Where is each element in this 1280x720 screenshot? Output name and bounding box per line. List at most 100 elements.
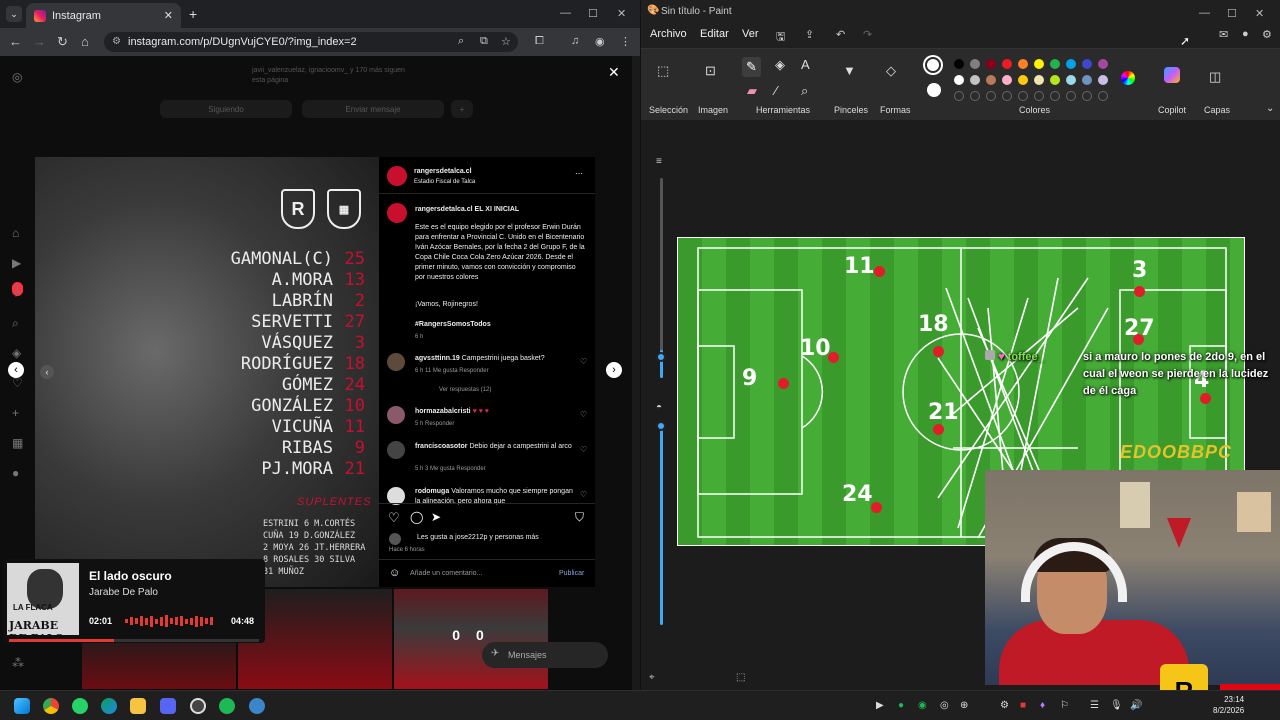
color-picker-icon[interactable]: ⁄	[775, 83, 777, 98]
following-button[interactable]: Siguiendo	[160, 100, 292, 118]
feedback-icon[interactable]: ✉	[1219, 28, 1228, 41]
magnifier-icon[interactable]: ⌕	[801, 83, 808, 99]
also-from-meta-icon[interactable]: ⁂	[12, 656, 24, 670]
tray-icon[interactable]: ◉	[918, 700, 927, 711]
comment-avatar[interactable]	[387, 406, 405, 424]
comment-avatar[interactable]	[387, 441, 405, 459]
whatsapp-icon[interactable]	[72, 698, 88, 714]
comment-user[interactable]: rodomuga	[415, 488, 449, 495]
caption-user[interactable]: rangersdetalca.cl	[415, 206, 473, 213]
tray-icon[interactable]: ■	[1020, 700, 1026, 711]
explore-nav-icon[interactable]: ◈	[12, 346, 21, 360]
size-slider-thumb[interactable]	[656, 352, 666, 362]
color-swatch[interactable]	[1098, 91, 1108, 101]
color-swatch[interactable]	[1066, 59, 1076, 69]
size-slider-track[interactable]	[660, 178, 663, 378]
tab-search-icon[interactable]: ⌄	[6, 6, 22, 22]
tray-icon[interactable]: ◎	[940, 700, 949, 711]
profile-nav-icon[interactable]: ●	[12, 466, 19, 480]
image-icon[interactable]: ⊡	[705, 63, 716, 79]
view-replies-link[interactable]: Ver respuestas (12)	[439, 385, 491, 395]
paint-close-icon[interactable]: ✕	[1255, 7, 1264, 20]
comment-user[interactable]: hormazabalcristi	[415, 408, 471, 415]
settings-icon[interactable]: ⚙	[1262, 28, 1272, 41]
comment-like-icon[interactable]: ♡	[580, 357, 587, 366]
notifications-nav-icon[interactable]: ♡	[12, 376, 23, 390]
save-icon[interactable]: 🖫	[776, 28, 785, 47]
text-icon[interactable]: A	[801, 57, 810, 72]
send-message-button[interactable]: Enviar mensaje	[302, 100, 444, 118]
menu-dots-icon[interactable]: ⋮	[620, 35, 631, 48]
save-icon[interactable]: ⛉	[575, 510, 584, 525]
previous-post-icon[interactable]: ‹	[8, 362, 24, 378]
close-post-icon[interactable]: ✕	[608, 64, 620, 81]
tray-icon[interactable]: ♦	[1040, 700, 1045, 711]
home-icon[interactable]: ⌂	[81, 34, 89, 49]
add-user-button[interactable]: +	[451, 100, 473, 118]
tray-spotify-icon[interactable]: ●	[898, 700, 904, 711]
site-info-icon[interactable]: ⚙	[112, 36, 121, 47]
system-clock[interactable]: 23:14 8/2/2026	[1213, 694, 1244, 716]
opacity-slider[interactable]	[660, 425, 663, 625]
network-icon[interactable]: ☰	[1090, 700, 1099, 711]
brushes-icon[interactable]: ▼	[843, 63, 856, 78]
more-options-icon[interactable]: ⋯	[575, 169, 583, 178]
share-icon[interactable]: ⇪	[805, 28, 814, 41]
messages-button[interactable]: ✈ Mensajes	[482, 642, 608, 668]
eraser-icon[interactable]: ▰	[747, 83, 757, 99]
pencil-icon[interactable]: ✎	[742, 57, 761, 77]
discord-icon[interactable]	[160, 698, 176, 714]
color-swatch[interactable]	[970, 91, 980, 101]
color-swatch[interactable]	[1066, 91, 1076, 101]
account-avatar[interactable]	[387, 166, 407, 186]
extensions-icon[interactable]: ⧠	[535, 35, 544, 48]
opacity-slider-thumb[interactable]	[656, 421, 666, 431]
comment-avatar[interactable]	[387, 353, 405, 371]
next-post-icon[interactable]: ›	[606, 362, 622, 378]
color-swatch[interactable]	[954, 59, 964, 69]
color-swatch[interactable]	[1050, 59, 1060, 69]
comment-input[interactable]: Añade un comentario...	[410, 569, 482, 579]
color-swatch[interactable]	[1082, 75, 1092, 85]
maximize-icon[interactable]: ☐	[588, 7, 598, 20]
paint-taskbar-icon[interactable]	[249, 698, 265, 714]
layers-icon[interactable]: ◫	[1209, 69, 1221, 85]
paint-minimize-icon[interactable]: —	[1199, 7, 1210, 19]
color-swatch[interactable]	[954, 91, 964, 101]
ribbon-collapse-icon[interactable]: ⌄	[1266, 103, 1274, 114]
obs-icon[interactable]	[190, 698, 206, 714]
carousel-prev-icon[interactable]: ‹	[40, 365, 54, 379]
tab-close-icon[interactable]: ✕	[164, 9, 173, 22]
media-icon[interactable]: ♫	[571, 35, 579, 47]
selection-icon[interactable]: ⬚	[657, 63, 669, 79]
reload-icon[interactable]: ↻	[57, 34, 68, 50]
new-tab-icon[interactable]: +	[189, 6, 197, 22]
playback-progress[interactable]	[9, 639, 259, 642]
spotify-icon[interactable]	[219, 698, 235, 714]
color-swatch[interactable]	[970, 75, 980, 85]
address-input[interactable]: ⚙ instagram.com/p/DUgnVujCYE0/?img_index…	[104, 32, 518, 52]
reels-nav-icon[interactable]: ▶	[12, 256, 21, 270]
caption-avatar[interactable]	[387, 203, 407, 223]
instagram-logo-icon[interactable]: ◎	[12, 70, 22, 84]
search-nav-icon[interactable]: ⌕	[12, 316, 19, 331]
color-swatch[interactable]	[1082, 59, 1092, 69]
color-swatch[interactable]	[1098, 59, 1108, 69]
dashboard-nav-icon[interactable]: ▦	[12, 436, 23, 450]
comment-meta[interactable]: 5 h Responder	[415, 419, 454, 429]
page-scrollbar[interactable]	[632, 56, 640, 690]
edit-colors-icon[interactable]	[1121, 71, 1135, 85]
secondary-color[interactable]	[927, 83, 941, 97]
likes-summary[interactable]: Les gusta a jose2212p y personas más	[417, 533, 539, 543]
profile-icon[interactable]: ◉	[595, 35, 605, 48]
close-window-icon[interactable]: ✕	[617, 7, 626, 20]
comment-like-icon[interactable]: ♡	[580, 445, 587, 454]
comment-meta[interactable]: 6 h 11 Me gusta Responder	[415, 366, 489, 376]
color-swatch[interactable]	[1082, 91, 1092, 101]
edge-icon[interactable]	[101, 698, 117, 714]
redo-icon[interactable]: ↷	[863, 28, 872, 41]
color-swatch[interactable]	[954, 75, 964, 85]
copilot-icon[interactable]	[1164, 67, 1180, 83]
account-icon[interactable]: ●	[1242, 28, 1249, 40]
menu-ver[interactable]: Ver	[742, 28, 759, 40]
